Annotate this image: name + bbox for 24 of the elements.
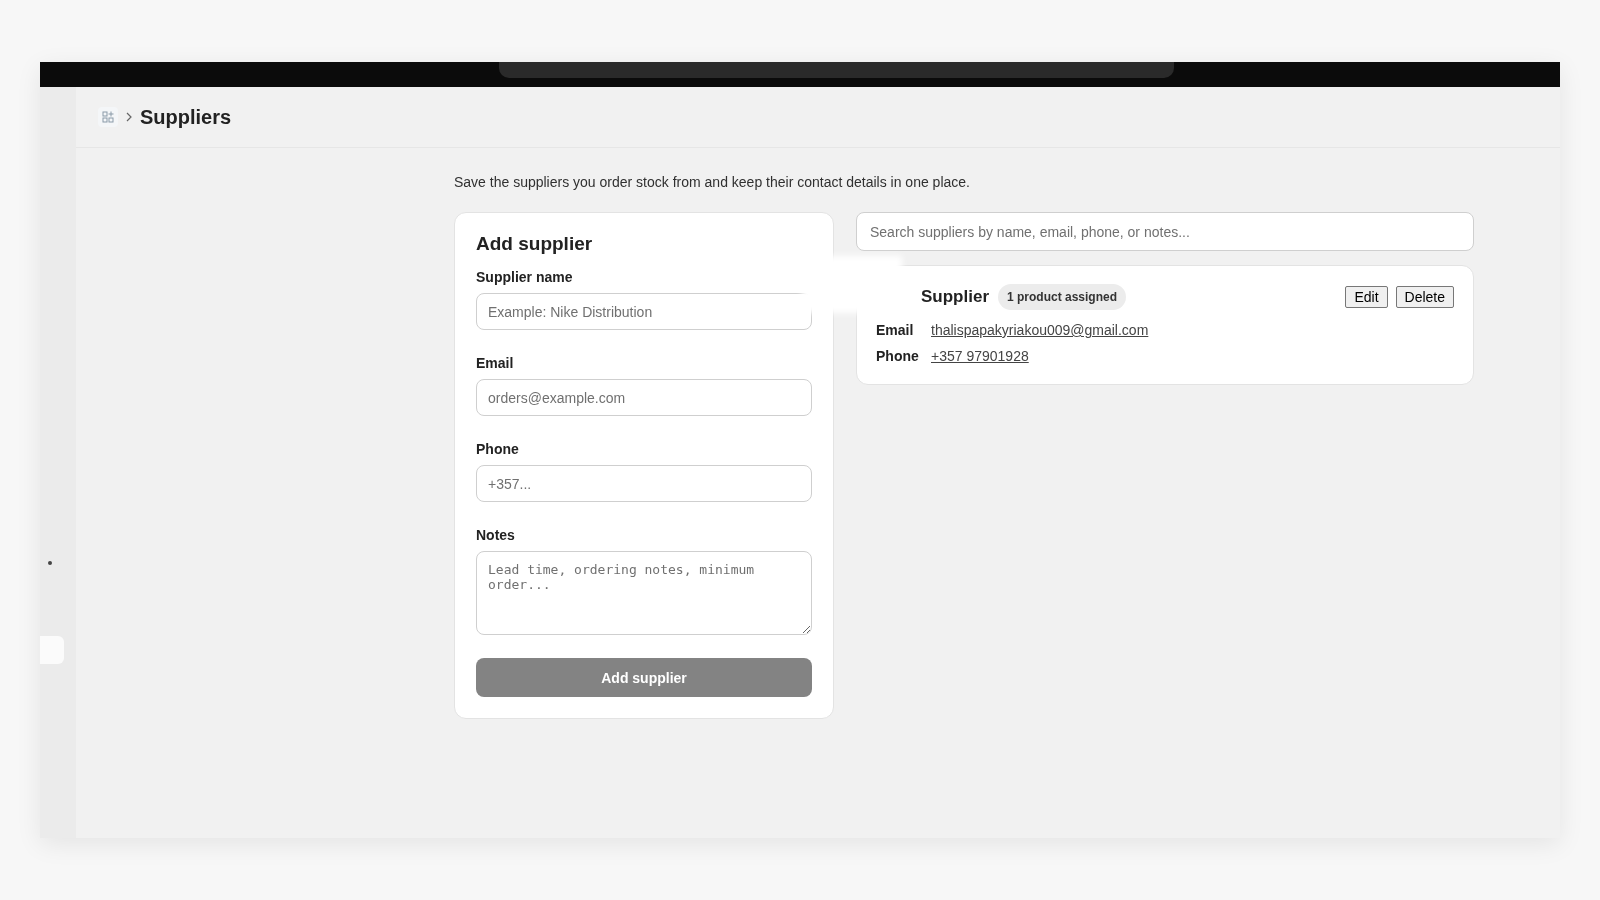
- apps-icon[interactable]: [98, 107, 118, 127]
- field-label: Email: [476, 355, 515, 371]
- field-label: Notes: [476, 527, 516, 543]
- product-count-badge: 1 product assigned: [998, 284, 1127, 310]
- detail-label: Email: [876, 322, 915, 338]
- action-button[interactable]: Delete: [1395, 286, 1454, 308]
- search-field[interactable]: Search suppliers by name, email, phone, or notes...: [856, 212, 1474, 251]
- chevron-icon: [126, 112, 132, 122]
- supplier-name: Supplier: [921, 287, 989, 307]
- field-label: Supplier name: [476, 269, 574, 285]
- input-field[interactable]: Example: Nike Distribution: [476, 293, 812, 330]
- input-field[interactable]: +357...: [476, 465, 812, 502]
- dot-icon: [48, 561, 52, 565]
- detail-link[interactable]: +357 97901928: [931, 348, 1029, 364]
- action-button[interactable]: Edit: [1345, 286, 1388, 308]
- input-field[interactable]: orders@example.com: [476, 379, 812, 416]
- detail-link[interactable]: thalispapakyriakou009@gmail.com: [931, 322, 1149, 338]
- notes-field[interactable]: Lead time, ordering notes, minimum order...: [476, 551, 812, 635]
- page-title: Suppliers: [140, 105, 232, 129]
- add-supplier-button[interactable]: Add supplier: [476, 658, 812, 697]
- detail-label: Phone: [876, 348, 918, 364]
- page-description: Save the suppliers you order stock from and keep their contact details in one place.: [454, 174, 971, 190]
- field-label: Phone: [476, 441, 520, 457]
- form-title: Add supplier: [476, 233, 594, 255]
